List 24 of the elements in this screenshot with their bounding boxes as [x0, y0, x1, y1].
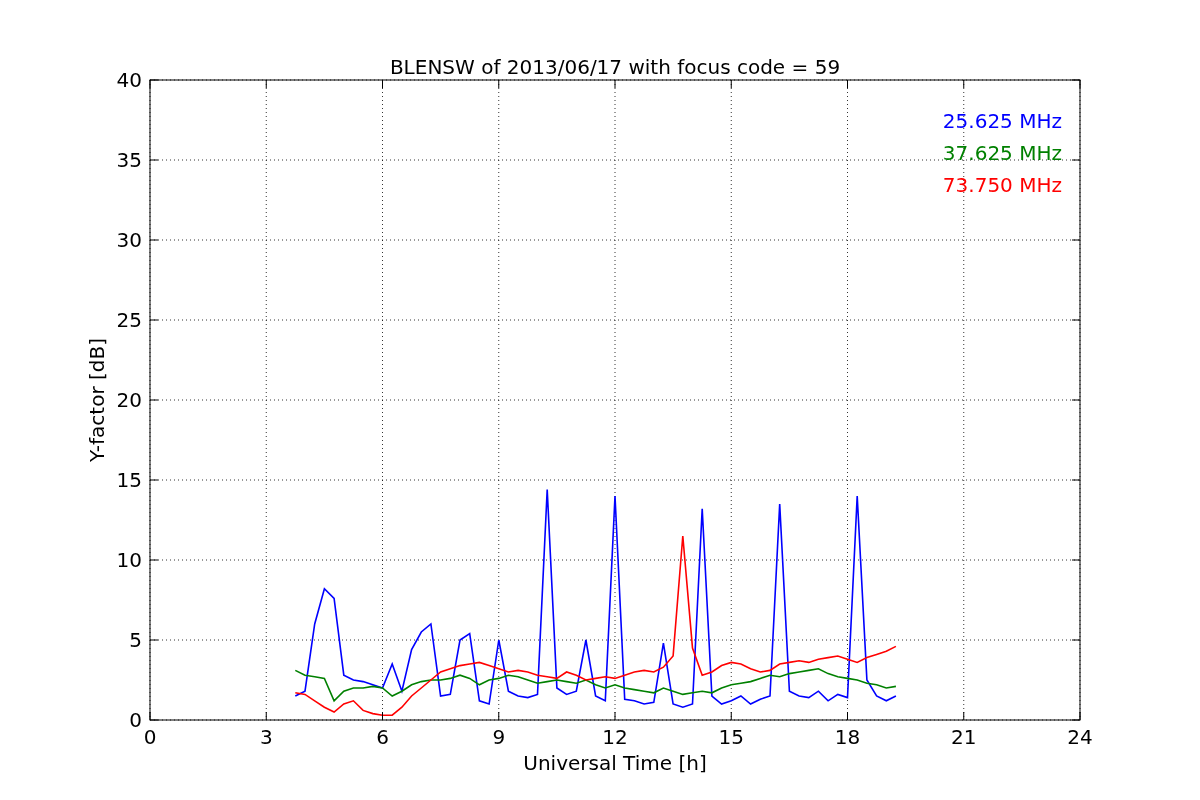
legend-label: 73.750 MHz	[942, 173, 1062, 197]
tick-label: 0	[129, 708, 142, 732]
tick-label: 3	[259, 725, 273, 749]
legend-label: 25.625 MHz	[942, 109, 1062, 133]
tick-label: 15	[116, 468, 142, 492]
tick-label: 18	[834, 725, 861, 749]
tick-label: 0	[143, 725, 157, 749]
tick-label: 30	[116, 228, 142, 252]
tick-label: 5	[129, 628, 142, 652]
tick-label: 9	[492, 725, 506, 749]
tick-label: 10	[116, 548, 142, 572]
tick-label: 35	[116, 148, 142, 172]
tick-label: 12	[602, 725, 628, 749]
x-axis-label: Universal Time [h]	[523, 751, 707, 775]
tick-label: 15	[718, 725, 744, 749]
y-axis-label: Y-factor [dB]	[85, 338, 109, 462]
tick-label: 20	[116, 388, 142, 412]
chart-title: BLENSW of 2013/06/17 with focus code = 59	[389, 55, 841, 79]
legend-label: 37.625 MHz	[942, 141, 1062, 165]
tick-label: 24	[1067, 725, 1093, 749]
tick-label: 21	[951, 725, 977, 749]
tick-label: 25	[116, 308, 142, 332]
tick-label: 6	[376, 725, 389, 749]
tick-label: 40	[116, 68, 142, 92]
